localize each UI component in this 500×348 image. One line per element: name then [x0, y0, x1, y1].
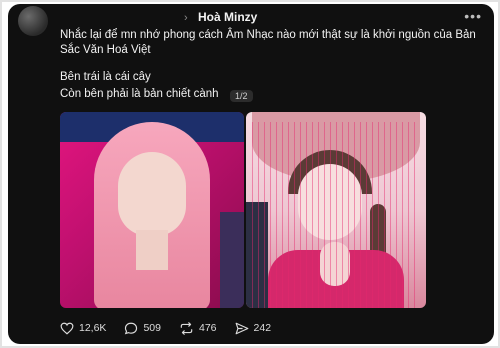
image-figure-side [220, 212, 244, 308]
post-image-right[interactable] [246, 112, 426, 308]
post-username[interactable]: Hoà Minzy [198, 10, 257, 24]
image-figure-neck [136, 230, 168, 270]
post-image-left[interactable] [60, 112, 244, 308]
image-bead-strings [252, 122, 420, 308]
like-count: 12,6K [79, 322, 107, 334]
send-icon [235, 322, 248, 334]
avatar[interactable] [18, 6, 48, 36]
post-actions-bar: 12,6K 509 476 242 [60, 318, 289, 338]
screenshot-frame: › Hoà Minzy ••• Nhắc lại để mn nhớ phong… [0, 0, 500, 348]
post-text-line-3: Còn bên phải là bản chiết cành [60, 88, 219, 100]
comment-icon [125, 322, 138, 334]
image-figure-face [118, 152, 186, 236]
repost-count: 476 [198, 322, 217, 334]
post-card: › Hoà Minzy ••• Nhắc lại để mn nhớ phong… [8, 4, 494, 344]
repost-icon [180, 321, 193, 335]
comment-count: 509 [143, 322, 161, 334]
like-button[interactable]: 12,6K [60, 322, 106, 335]
more-icon[interactable]: ••• [464, 8, 482, 24]
image-counter-badge: 1/2 [230, 90, 253, 102]
chevron-right-icon: › [184, 12, 188, 24]
post-text-line-2: Bên trái là cái cây [60, 71, 151, 83]
comment-button[interactable]: 509 [124, 322, 161, 335]
heart-icon [60, 322, 74, 335]
share-count: 242 [253, 322, 272, 334]
repost-button[interactable]: 476 [179, 321, 217, 335]
share-button[interactable]: 242 [235, 322, 272, 335]
post-text-line-1: Nhắc lại để mn nhớ phong cách Âm Nhạc nà… [60, 29, 476, 56]
